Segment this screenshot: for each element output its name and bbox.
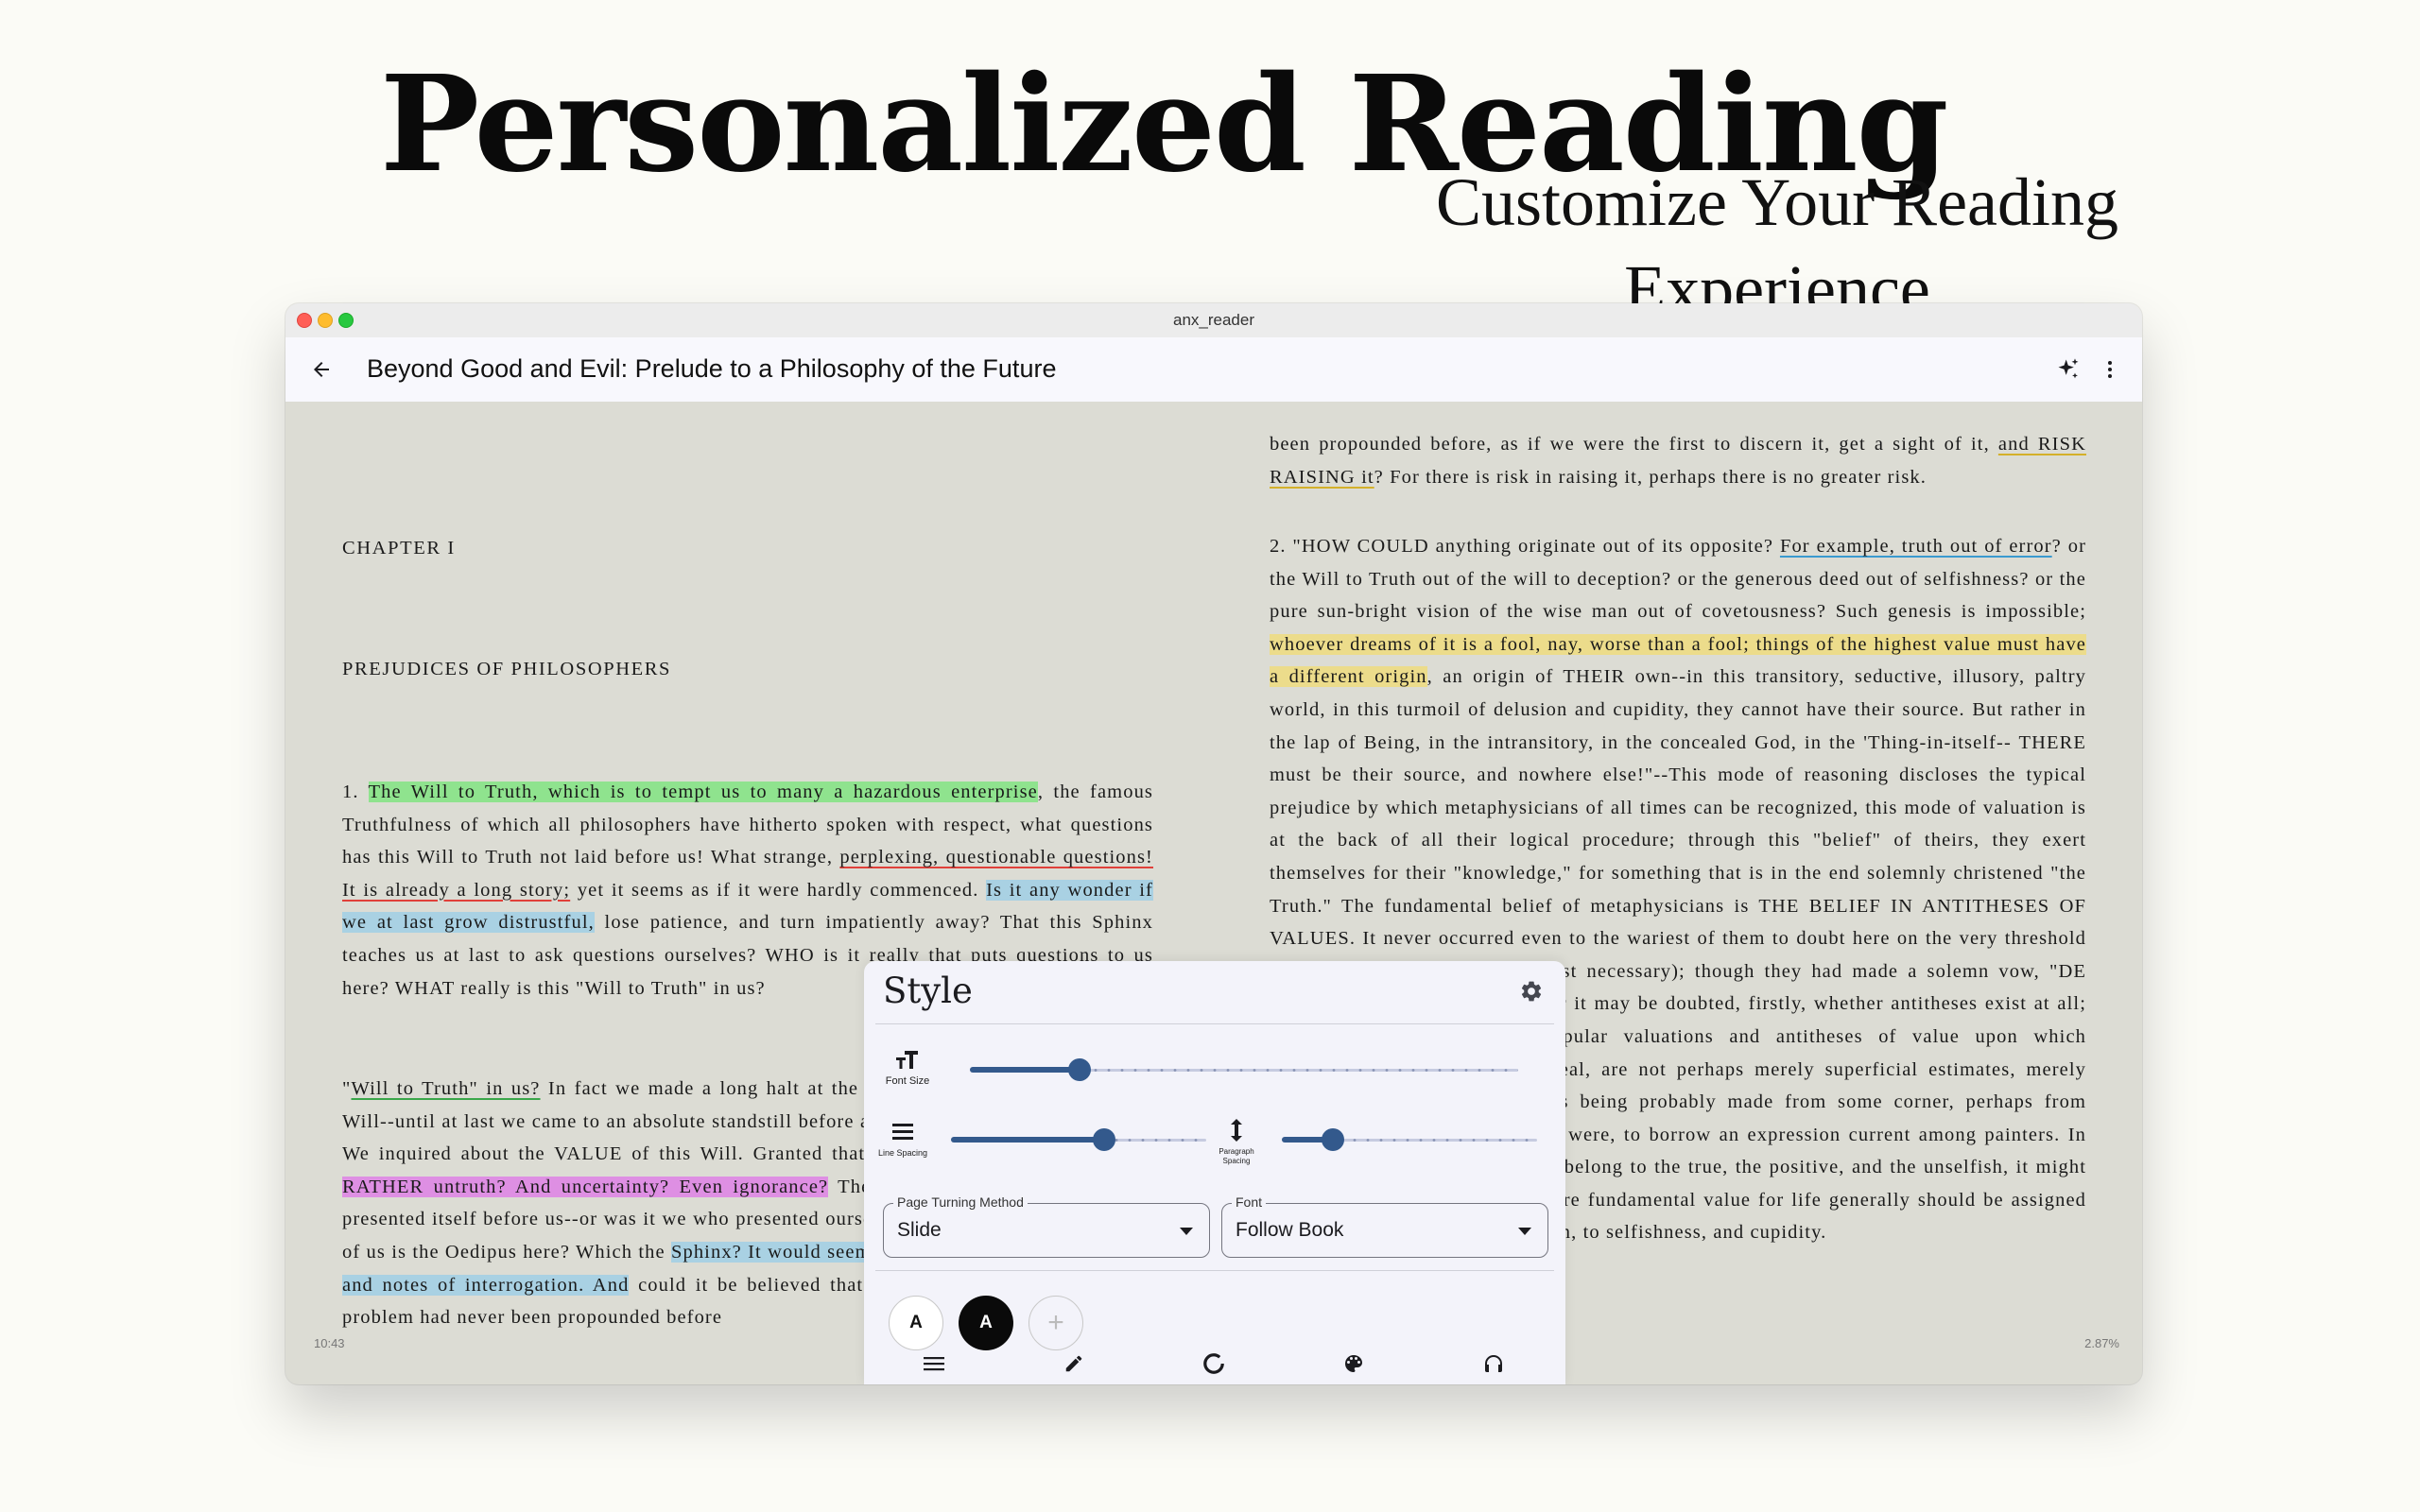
style-panel: Style Font Size Line Spacing Paragraph S…: [864, 961, 1565, 1384]
dropdown-arrow-icon: [1180, 1228, 1193, 1235]
app-window: anx_reader Beyond Good and Evil: Prelude…: [285, 303, 2142, 1384]
theme-dark-button[interactable]: A: [959, 1296, 1013, 1350]
font-size-slider-thumb[interactable]: [1068, 1058, 1091, 1081]
style-settings-button[interactable]: [1512, 972, 1550, 1010]
headphones-icon: [1485, 1355, 1502, 1372]
window-title: anx_reader: [1172, 311, 1254, 329]
paragraph[interactable]: been propounded before, as if we were th…: [1270, 428, 2086, 493]
back-button[interactable]: [302, 351, 340, 388]
chapter-heading: CHAPTER I: [342, 538, 456, 558]
page-turning-value: Slide: [897, 1219, 942, 1241]
vertical-arrows-icon: [1231, 1119, 1242, 1142]
ai-button[interactable]: [2049, 351, 2087, 388]
tab-toc[interactable]: [917, 1350, 951, 1377]
section-heading: PREJUDICES OF PHILOSOPHERS: [342, 659, 672, 679]
paragraph-spacing-label: Paragraph Spacing: [1219, 1147, 1254, 1165]
text-underline: Will to Truth" in us?: [351, 1078, 541, 1099]
panel-title: Style: [883, 971, 973, 1011]
page-turning-dropdown[interactable]: Page Turning Method Slide: [883, 1194, 1210, 1258]
more-options-button[interactable]: [2091, 351, 2129, 388]
palette-icon: [1345, 1355, 1362, 1372]
font-size-control: Font Size: [877, 1048, 938, 1087]
tab-style[interactable]: [1337, 1350, 1371, 1377]
clock-time: 10:43: [314, 1336, 345, 1350]
sparkles-icon: [2058, 358, 2079, 379]
add-theme-button[interactable]: +: [1028, 1296, 1083, 1350]
line-spacing-slider-thumb[interactable]: [1093, 1128, 1115, 1151]
font-label: Font: [1232, 1194, 1267, 1210]
line-spacing-control: Line Spacing: [873, 1122, 932, 1159]
divider: [875, 1023, 1554, 1024]
paragraph-spacing-control: Paragraph Spacing: [1210, 1118, 1263, 1166]
line-spacing-label: Line Spacing: [877, 1148, 928, 1158]
reading-progress: 2.87%: [2084, 1336, 2119, 1350]
dropdown-arrow-icon: [1518, 1228, 1531, 1235]
text-highlight: The Will to Truth, which is to tempt us …: [368, 782, 1038, 802]
window-titlebar: anx_reader: [285, 303, 2142, 338]
tab-audio[interactable]: [1477, 1350, 1511, 1377]
line-spacing-slider[interactable]: [951, 1125, 1206, 1154]
tab-notes[interactable]: [1057, 1350, 1091, 1377]
arrow-left-icon: [314, 362, 329, 377]
divider: [875, 1270, 1554, 1271]
app-bar: Beyond Good and Evil: Prelude to a Philo…: [285, 337, 2142, 402]
toc-list-icon: [924, 1357, 944, 1371]
line-spacing-icon: [892, 1124, 913, 1140]
progress-ring-icon: [1203, 1353, 1224, 1374]
font-value: Follow Book: [1236, 1219, 1344, 1241]
tab-progress[interactable]: [1197, 1350, 1231, 1377]
theme-light-button[interactable]: A: [889, 1296, 943, 1350]
font-size-slider[interactable]: [970, 1056, 1518, 1084]
paragraph-spacing-slider-thumb[interactable]: [1322, 1128, 1344, 1151]
text-size-icon: [896, 1051, 918, 1069]
font-dropdown[interactable]: Font Follow Book: [1221, 1194, 1548, 1258]
pencil-icon: [1065, 1355, 1082, 1372]
gear-icon: [1521, 981, 1542, 1002]
text-underline: For example, truth out of error: [1779, 536, 2052, 557]
more-vert-icon: [2108, 361, 2112, 378]
font-size-label: Font Size: [885, 1075, 930, 1087]
page-turning-label: Page Turning Method: [893, 1194, 1028, 1210]
book-title: Beyond Good and Evil: Prelude to a Philo…: [367, 354, 1057, 383]
paragraph-spacing-slider[interactable]: [1282, 1125, 1537, 1154]
